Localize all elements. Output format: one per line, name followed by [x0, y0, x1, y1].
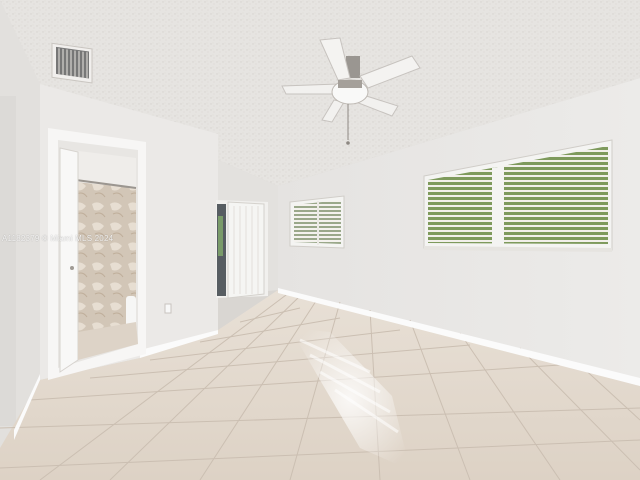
window-left [289, 195, 345, 249]
bathroom-doorway [48, 128, 146, 380]
open-door [227, 201, 265, 299]
closet-doorway [216, 200, 268, 299]
bathroom-door [59, 147, 79, 373]
wall-outlet [164, 303, 172, 314]
ac-vent [51, 42, 93, 84]
mls-watermark: A1182379 © Miami MLS 2024 [2, 234, 114, 243]
